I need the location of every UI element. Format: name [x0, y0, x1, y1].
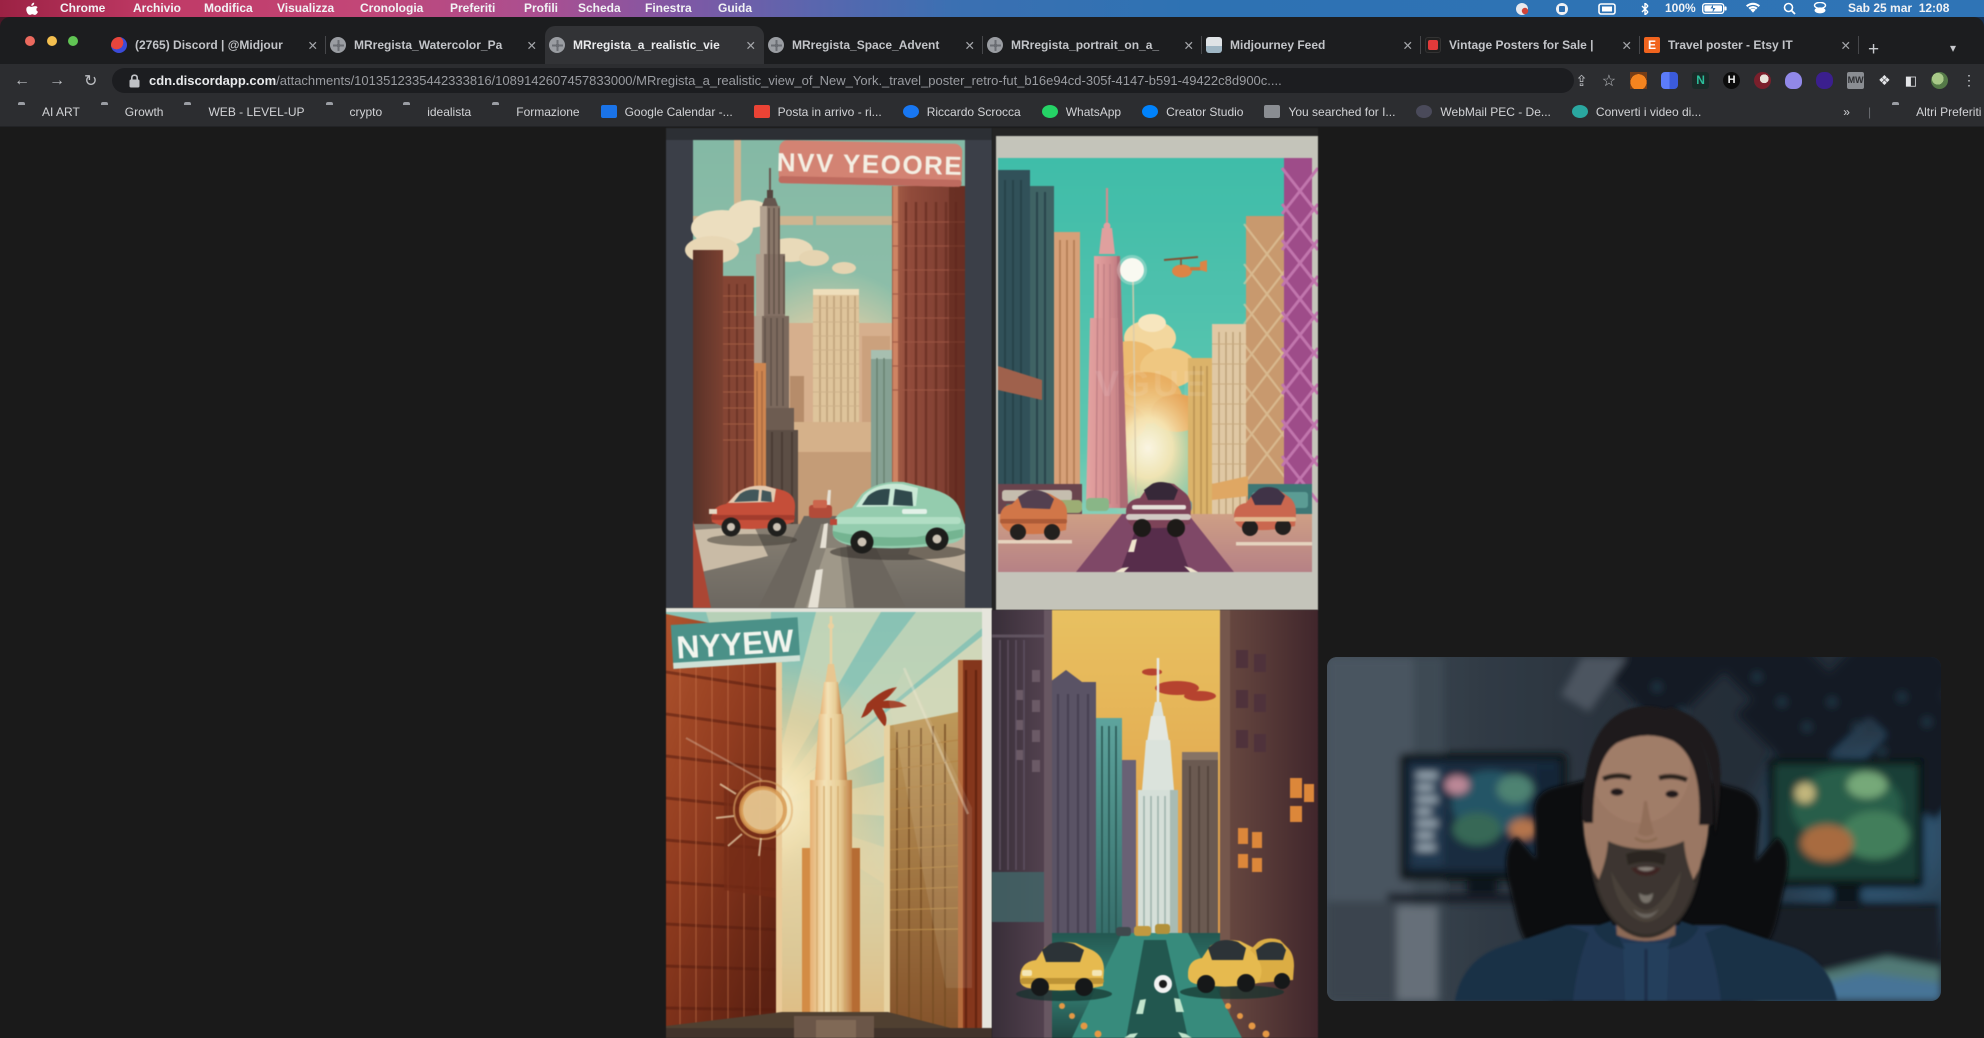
svg-text:NYYEW: NYYEW [675, 622, 795, 665]
svg-text:NVV YEOORE: NVV YEOORE [776, 147, 963, 181]
svg-text:VGUE: VGUE [1095, 363, 1209, 404]
